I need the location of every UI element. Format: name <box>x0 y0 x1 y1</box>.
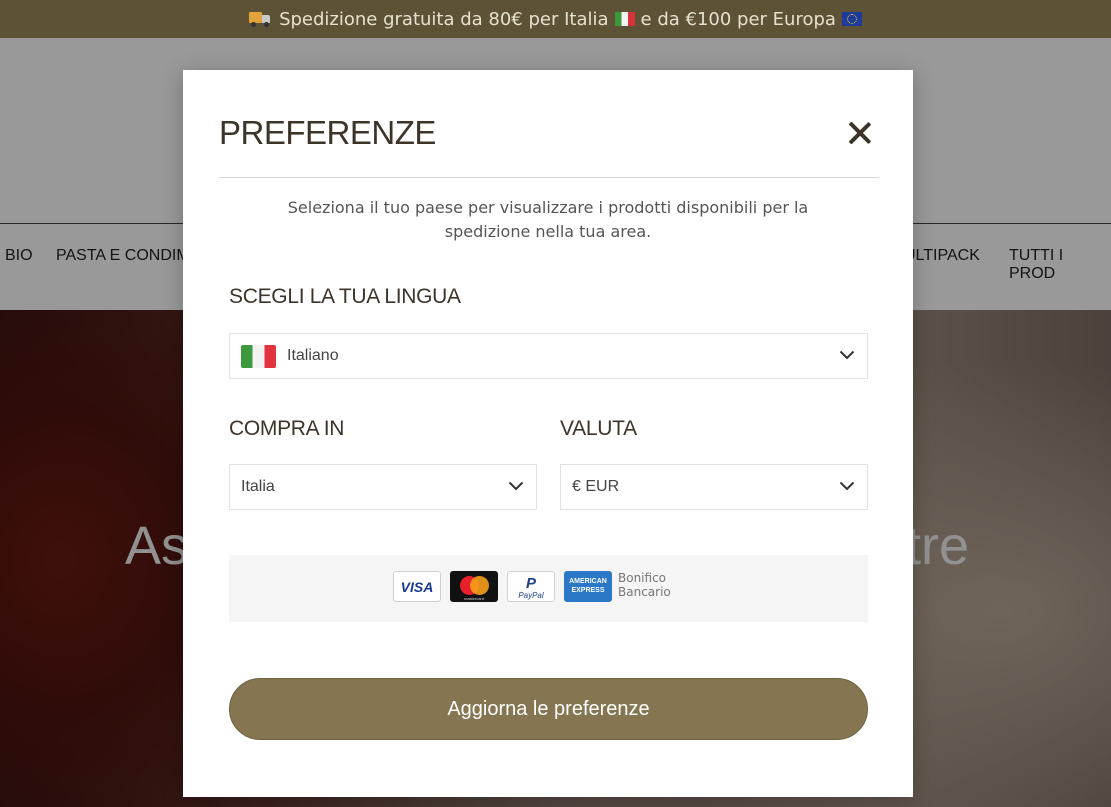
announcement-text-shipping-europe: e da €100 per Europa <box>640 8 836 30</box>
divider <box>219 177 879 178</box>
italy-flag-icon <box>241 344 276 368</box>
preferences-modal: PREFERENZE Seleziona il tuo paese per vi… <box>183 70 913 797</box>
announcement-bar: Spedizione gratuita da 80€ per Italia e … <box>0 0 1111 38</box>
chevron-down-icon <box>508 481 524 491</box>
currency-select[interactable]: € EUR <box>560 464 868 510</box>
delivery-truck-icon <box>249 12 271 27</box>
bank-transfer-label: Bonifico Bancario <box>618 571 671 599</box>
eu-flag-icon <box>841 12 862 26</box>
language-select[interactable]: Italiano <box>229 333 868 379</box>
language-label: SCEGLI LA TUA LINGUA <box>229 285 461 308</box>
visa-icon: VISA <box>393 571 441 602</box>
close-icon[interactable] <box>845 118 875 148</box>
announcement-text-shipping-italy: Spedizione gratuita da 80€ per Italia <box>279 8 609 30</box>
paypal-icon: P PayPal <box>507 571 555 602</box>
italy-flag-icon <box>614 12 635 26</box>
country-select[interactable]: Italia <box>229 464 537 510</box>
country-select-value: Italia <box>241 478 275 495</box>
country-label: COMPRA IN <box>229 417 345 440</box>
mastercard-icon: mastercard <box>450 571 498 602</box>
update-preferences-button[interactable]: Aggiorna le preferenze <box>229 678 868 740</box>
currency-label: VALUTA <box>560 417 637 440</box>
chevron-down-icon <box>839 350 855 360</box>
modal-title: PREFERENZE <box>219 114 436 151</box>
payment-methods: VISA mastercard P PayPal AMERICAN EXPRES… <box>229 555 868 622</box>
language-select-value: Italiano <box>287 347 339 364</box>
chevron-down-icon <box>839 481 855 491</box>
american-express-icon: AMERICAN EXPRESS <box>564 571 612 602</box>
modal-description: Seleziona il tuo paese per visualizzare … <box>287 198 809 241</box>
currency-select-value: € EUR <box>572 478 620 495</box>
